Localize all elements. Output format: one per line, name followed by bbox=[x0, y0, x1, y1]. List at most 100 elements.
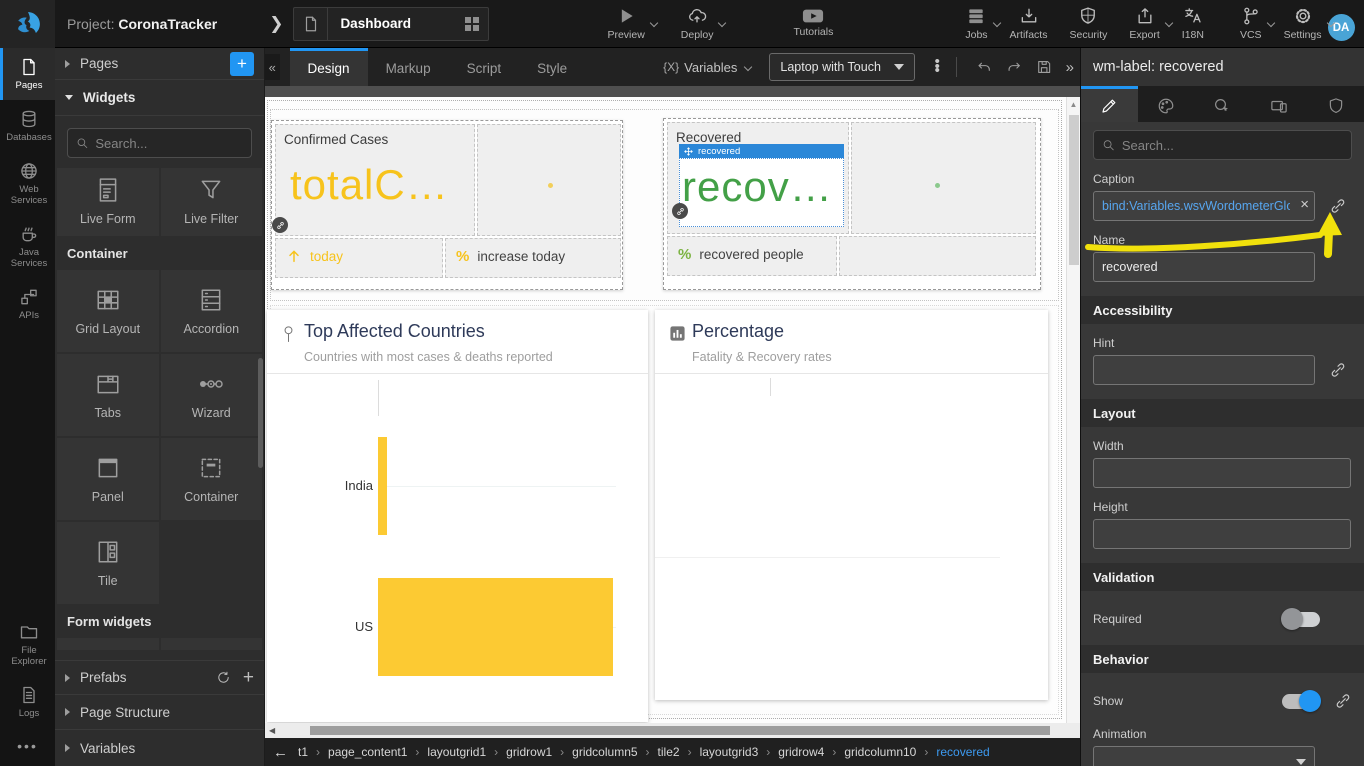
refresh-icon[interactable] bbox=[216, 670, 231, 685]
export-button[interactable]: Export bbox=[1129, 6, 1159, 41]
recovered-selection-bar[interactable]: recovered bbox=[679, 144, 844, 158]
animation-select[interactable] bbox=[1093, 746, 1315, 766]
jobs-chevron-icon[interactable] bbox=[992, 19, 1000, 27]
tab-style[interactable]: Style bbox=[519, 48, 585, 86]
breadcrumb-item-recovered[interactable]: recovered bbox=[936, 745, 989, 759]
name-input[interactable] bbox=[1093, 252, 1315, 282]
bind-link-icon[interactable] bbox=[1334, 692, 1352, 710]
tutorials-button[interactable]: Tutorials bbox=[793, 6, 833, 38]
top-affected-countries-card[interactable]: Top Affected Countries Countries with mo… bbox=[267, 310, 648, 722]
horizontal-scroll-thumb[interactable] bbox=[310, 726, 1050, 735]
pages-section-header[interactable]: Pages + bbox=[55, 48, 264, 80]
tab-markup[interactable]: Markup bbox=[368, 48, 449, 86]
width-input[interactable] bbox=[1093, 458, 1351, 488]
height-input[interactable] bbox=[1093, 519, 1351, 549]
widget-tile-live-form[interactable]: Live Form bbox=[57, 168, 159, 236]
rail-item-logs[interactable]: Logs bbox=[0, 676, 55, 728]
confirmed-increase-label[interactable]: increase today bbox=[477, 249, 565, 264]
tab-script[interactable]: Script bbox=[449, 48, 520, 86]
widget-tile-tile[interactable]: Tile bbox=[57, 522, 159, 604]
rail-item-databases[interactable]: Databases bbox=[0, 100, 55, 152]
prefabs-section-header[interactable]: Prefabs + bbox=[55, 660, 264, 695]
confirmed-today-region[interactable]: today bbox=[275, 238, 443, 278]
widget-tile-wizard[interactable]: Wizard bbox=[161, 354, 263, 436]
widget-tile-accordion[interactable]: Accordion bbox=[161, 270, 263, 352]
preview-chevron-icon[interactable] bbox=[650, 19, 658, 27]
bind-link-icon[interactable] bbox=[1329, 361, 1347, 379]
recovered-secondary-region[interactable] bbox=[851, 122, 1036, 234]
save-icon[interactable] bbox=[1036, 58, 1052, 76]
vertical-scroll-thumb[interactable] bbox=[1069, 115, 1079, 265]
vcs-chevron-icon[interactable] bbox=[1266, 19, 1274, 27]
page-tab-dashboard[interactable]: Dashboard bbox=[293, 7, 489, 41]
widgets-search[interactable] bbox=[67, 128, 252, 158]
scroll-up-icon[interactable]: ▲ bbox=[1067, 97, 1080, 109]
props-tab-security[interactable] bbox=[1307, 86, 1364, 122]
confirmed-today-label[interactable]: today bbox=[310, 249, 343, 264]
breadcrumb-item-page_content1[interactable]: page_content1 bbox=[328, 745, 407, 759]
props-tab-devices[interactable] bbox=[1251, 86, 1308, 122]
wavemaker-logo[interactable] bbox=[0, 0, 55, 48]
breadcrumb-item-gridcolumn10[interactable]: gridcolumn10 bbox=[844, 745, 916, 759]
variables-button[interactable]: {X} Variables bbox=[663, 60, 751, 75]
breadcrumb-item-gridrow1[interactable]: gridrow1 bbox=[506, 745, 552, 759]
confirmed-value-label[interactable]: totalC… bbox=[290, 161, 449, 209]
widgets-search-input[interactable] bbox=[95, 136, 243, 151]
recovered-bind-badge[interactable] bbox=[672, 203, 688, 219]
variables-section-header[interactable]: Variables bbox=[55, 730, 264, 766]
breadcrumb-item-t1[interactable]: t1 bbox=[298, 745, 308, 759]
preview-button[interactable]: Preview bbox=[607, 6, 644, 41]
device-selector[interactable]: Laptop with Touch bbox=[769, 53, 915, 81]
properties-search[interactable] bbox=[1093, 130, 1352, 160]
caption-input[interactable] bbox=[1093, 191, 1315, 221]
vcs-button[interactable]: VCS bbox=[1240, 6, 1262, 41]
canvas-horizontal-scrollbar[interactable]: ◀ bbox=[265, 723, 1080, 738]
rail-item-apis[interactable]: APIs bbox=[0, 278, 55, 330]
canvas-vertical-scrollbar[interactable]: ▲ bbox=[1066, 97, 1080, 723]
recovered-title[interactable]: Recovered bbox=[676, 130, 741, 145]
security-button[interactable]: Security bbox=[1069, 6, 1107, 41]
widget-tile-panel[interactable]: Panel bbox=[57, 438, 159, 520]
confirmed-main-region[interactable]: Confirmed Cases totalC… bbox=[275, 124, 475, 236]
deploy-button[interactable]: Deploy bbox=[681, 6, 714, 41]
recovered-widget[interactable]: Recovered recovered recov… % recovered p… bbox=[663, 118, 1041, 290]
undo-icon[interactable] bbox=[976, 58, 992, 76]
percentage-chart-area[interactable] bbox=[655, 375, 1048, 700]
confirmed-bind-badge[interactable] bbox=[272, 217, 288, 233]
bind-link-icon[interactable] bbox=[1329, 197, 1347, 215]
jobs-button[interactable]: Jobs bbox=[965, 6, 987, 41]
confirmed-secondary-region[interactable] bbox=[477, 124, 621, 236]
percentage-card[interactable]: Percentage Fatality & Recovery rates bbox=[655, 310, 1048, 700]
more-options-icon[interactable]: ••• bbox=[931, 60, 944, 74]
scroll-left-icon[interactable]: ◀ bbox=[269, 726, 275, 735]
confirmed-increase-region[interactable]: % increase today bbox=[445, 238, 621, 278]
widgets-section-header[interactable]: Widgets bbox=[55, 80, 264, 116]
recovered-people-region[interactable]: % recovered people bbox=[667, 236, 837, 276]
widget-tile-container[interactable]: Container bbox=[161, 438, 263, 520]
rail-item-web-services[interactable]: Web Services bbox=[0, 152, 55, 215]
required-toggle[interactable] bbox=[1282, 612, 1320, 627]
bar-row-us[interactable]: US bbox=[267, 578, 648, 676]
tab-design[interactable]: Design bbox=[290, 48, 368, 86]
redo-icon[interactable] bbox=[1006, 58, 1022, 76]
widget-tile-live-filter[interactable]: Live Filter bbox=[161, 168, 263, 236]
rail-item-java-services[interactable]: Java Services bbox=[0, 215, 55, 278]
i18n-button[interactable]: I18N bbox=[1182, 6, 1204, 41]
recovered-empty-region[interactable] bbox=[839, 236, 1036, 276]
breadcrumb-item-tile2[interactable]: tile2 bbox=[658, 745, 680, 759]
canvas-body[interactable]: Confirmed Cases totalC… today % increase… bbox=[265, 97, 1080, 723]
page-structure-section-header[interactable]: Page Structure bbox=[55, 695, 264, 730]
props-tab-events[interactable] bbox=[1194, 86, 1251, 122]
bar-row-india[interactable]: India bbox=[267, 437, 648, 535]
confirmed-title[interactable]: Confirmed Cases bbox=[284, 132, 388, 147]
widget-tile-grid-layout[interactable]: Grid Layout bbox=[57, 270, 159, 352]
confirmed-cases-widget[interactable]: Confirmed Cases totalC… today % increase… bbox=[271, 120, 623, 290]
rail-item-file-explorer[interactable]: File Explorer bbox=[0, 613, 55, 676]
recovered-label-selected[interactable]: recov… bbox=[679, 158, 844, 227]
breadcrumb-item-gridcolumn5[interactable]: gridcolumn5 bbox=[572, 745, 637, 759]
props-tab-properties[interactable] bbox=[1081, 86, 1138, 122]
breadcrumb-back-icon[interactable]: ← bbox=[273, 744, 288, 761]
widget-tile-tabs[interactable]: Tabs bbox=[57, 354, 159, 436]
add-prefab-icon[interactable]: + bbox=[243, 667, 254, 689]
recovered-people-label[interactable]: recovered people bbox=[699, 247, 803, 262]
